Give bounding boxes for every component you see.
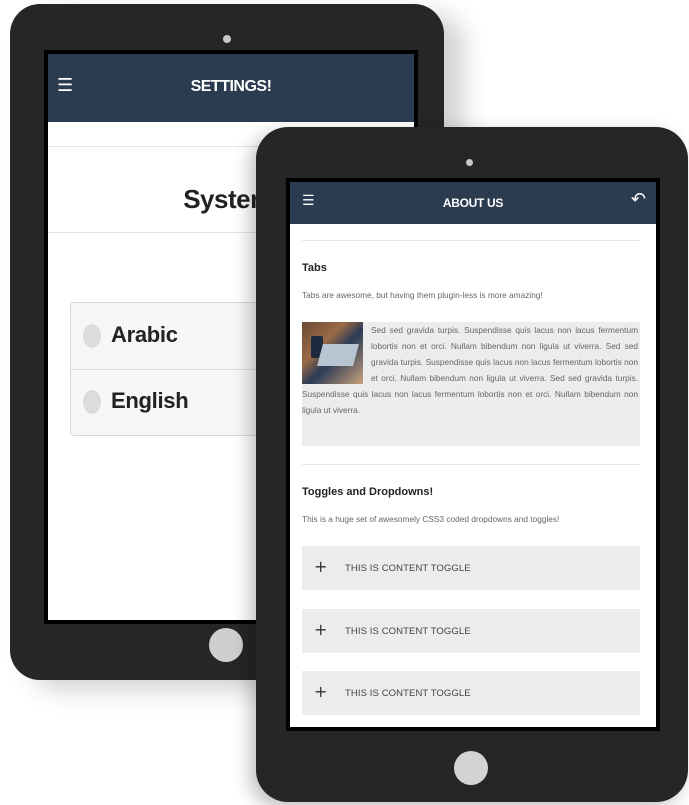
content-toggle[interactable]: + THIS IS CONTENT TOGGLE — [302, 609, 640, 653]
laptop-thumbnail — [302, 322, 363, 384]
about-tablet: ☰ ABOUT US ↶ Tabs Tabs are awesome, but … — [256, 127, 688, 802]
page-title: ABOUT US — [442, 196, 504, 210]
camera-dot — [223, 35, 231, 43]
camera-dot — [466, 159, 473, 166]
radio-button[interactable] — [83, 390, 101, 414]
language-label: English — [111, 388, 189, 413]
toggles-description: This is a huge set of awesomely CSS3 cod… — [302, 514, 560, 524]
toggles-title: Toggles and Dropdowns! — [302, 486, 434, 498]
divider — [302, 240, 640, 241]
content-toggle[interactable]: + THIS IS CONTENT TOGGLE — [302, 546, 640, 590]
page-title: SETTINGS! — [190, 78, 272, 95]
tabs-description: Tabs are awesome, but having them plugin… — [302, 290, 543, 300]
toggle-label: THIS IS CONTENT TOGGLE — [345, 688, 471, 699]
tab-content: Sed sed gravida turpis. Suspendisse quis… — [302, 322, 640, 446]
home-button[interactable] — [209, 628, 243, 662]
home-button[interactable] — [454, 751, 488, 785]
about-header: ☰ ABOUT US ↶ — [290, 182, 656, 224]
plus-icon: + — [314, 682, 328, 701]
plus-icon: + — [314, 557, 328, 576]
settings-header: ☰ SETTINGS! — [48, 54, 414, 122]
back-arrow-icon[interactable]: ↶ — [631, 191, 646, 209]
plus-icon: + — [314, 620, 328, 639]
toggle-label: THIS IS CONTENT TOGGLE — [345, 626, 471, 637]
tabs-title: Tabs — [302, 262, 327, 274]
radio-button[interactable] — [83, 324, 101, 348]
toggle-label: THIS IS CONTENT TOGGLE — [345, 563, 471, 574]
language-label: Arabic — [111, 322, 178, 347]
content-toggle[interactable]: + THIS IS CONTENT TOGGLE — [302, 671, 640, 715]
laptop-image — [317, 344, 359, 366]
divider — [302, 464, 640, 465]
about-screen: ☰ ABOUT US ↶ Tabs Tabs are awesome, but … — [286, 178, 660, 731]
